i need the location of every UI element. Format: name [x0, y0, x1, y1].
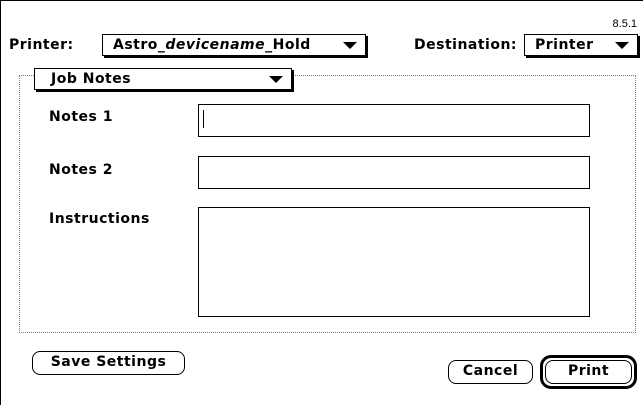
- chevron-down-icon: [343, 42, 357, 49]
- text-caret: [203, 110, 204, 128]
- destination-label: Destination:: [414, 37, 518, 53]
- print-dialog: 8.5.1 Printer: Astro_devicename_Hold Des…: [0, 0, 643, 405]
- notes1-label: Notes 1: [49, 109, 113, 125]
- notes2-input[interactable]: [198, 156, 590, 189]
- notes2-label: Notes 2: [49, 162, 113, 178]
- destination-value: Printer: [535, 37, 594, 53]
- destination-popup[interactable]: Printer: [524, 34, 638, 56]
- cancel-button[interactable]: Cancel: [448, 360, 533, 384]
- printer-name-device: devicename: [165, 37, 266, 53]
- panel-selected: Job Notes: [51, 71, 132, 87]
- printer-label: Printer:: [9, 37, 74, 53]
- chevron-down-icon: [269, 76, 283, 83]
- printer-name-prefix: Astro_: [113, 37, 166, 53]
- version-label: 8.5.1: [612, 18, 637, 30]
- instructions-textarea[interactable]: [198, 207, 590, 317]
- notes1-input[interactable]: [198, 104, 590, 137]
- printer-popup[interactable]: Astro_devicename_Hold: [102, 34, 366, 56]
- print-button[interactable]: Print: [545, 360, 632, 384]
- panel-popup[interactable]: Job Notes: [34, 68, 292, 90]
- save-settings-button[interactable]: Save Settings: [32, 351, 185, 375]
- printer-name-suffix: _Hold: [265, 37, 311, 53]
- chevron-down-icon: [615, 42, 629, 49]
- instructions-label: Instructions: [49, 211, 150, 227]
